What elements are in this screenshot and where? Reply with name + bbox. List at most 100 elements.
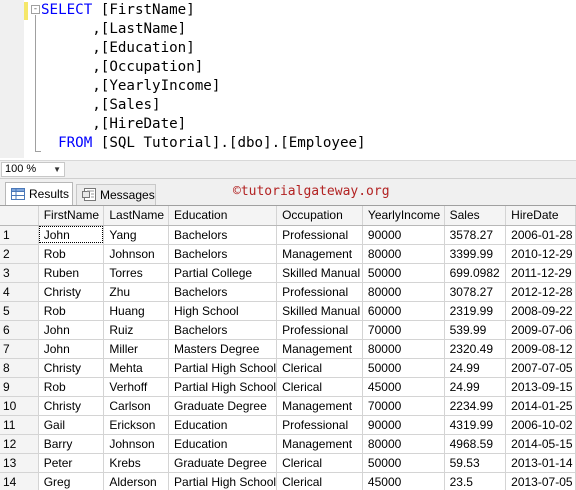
table-cell[interactable]: 3078.27 — [444, 282, 507, 302]
table-cell[interactable]: Zhu — [103, 282, 170, 302]
table-cell[interactable]: 70000 — [362, 396, 445, 416]
table-cell[interactable]: Johnson — [103, 434, 170, 454]
table-cell[interactable]: 60000 — [362, 301, 445, 321]
column-header[interactable]: FirstName — [38, 206, 105, 226]
table-cell[interactable]: 70000 — [362, 320, 445, 340]
table-cell[interactable]: Bachelors — [168, 244, 278, 264]
table-cell[interactable]: 699.0982 — [444, 263, 507, 283]
table-cell[interactable]: Rob — [38, 301, 105, 321]
table-cell[interactable]: Mehta — [103, 358, 170, 378]
chevron-down-icon[interactable]: ▼ — [53, 163, 61, 176]
table-row[interactable]: 10 Christy Carlson Graduate Degree Managemen… — [0, 396, 576, 416]
table-cell[interactable]: Masters Degree — [168, 339, 278, 359]
table-cell[interactable]: 2010-12-29 — [505, 244, 576, 264]
table-cell[interactable]: 80000 — [362, 282, 445, 302]
table-cell[interactable]: Barry — [38, 434, 105, 454]
collapse-icon[interactable]: - — [31, 5, 40, 14]
table-cell[interactable]: Krebs — [103, 453, 170, 473]
tab-results[interactable]: Results — [5, 182, 73, 206]
table-cell[interactable]: Erickson — [103, 415, 170, 435]
table-cell[interactable]: Peter — [38, 453, 105, 473]
table-cell[interactable]: Partial High School — [168, 358, 278, 378]
table-cell[interactable]: 4968.59 — [444, 434, 507, 454]
table-row[interactable]: 14 Greg Alderson Partial High School Clerica… — [0, 472, 576, 490]
table-row[interactable]: 7 John Miller Masters Degree Management 80000… — [0, 339, 576, 359]
table-cell[interactable]: 2319.99 — [444, 301, 507, 321]
row-number[interactable]: 10 — [0, 396, 39, 416]
table-row[interactable]: 5 Rob Huang High School Skilled Manual 60000 2… — [0, 301, 576, 321]
table-cell[interactable]: Professional — [276, 225, 363, 245]
table-cell[interactable]: 2011-12-29 — [505, 263, 576, 283]
table-cell[interactable]: 45000 — [362, 472, 445, 490]
table-cell[interactable]: Ruiz — [103, 320, 170, 340]
table-cell[interactable]: Clerical — [276, 358, 363, 378]
table-row[interactable]: 2 Rob Johnson Bachelors Management 80000 3399.… — [0, 244, 576, 264]
table-cell[interactable]: Management — [276, 244, 363, 264]
table-cell[interactable]: Education — [168, 415, 278, 435]
row-number[interactable]: 3 — [0, 263, 39, 283]
row-header-corner[interactable] — [0, 206, 39, 226]
table-cell[interactable]: 50000 — [362, 263, 445, 283]
column-header[interactable]: Sales — [444, 206, 507, 226]
table-cell[interactable]: Christy — [38, 358, 105, 378]
table-cell[interactable]: Clerical — [276, 377, 363, 397]
row-number[interactable]: 6 — [0, 320, 39, 340]
table-cell[interactable]: Gail — [38, 415, 105, 435]
table-cell[interactable]: Huang — [103, 301, 170, 321]
results-grid[interactable]: FirstName LastName Education Occupation Year… — [0, 205, 576, 490]
table-cell[interactable]: Bachelors — [168, 282, 278, 302]
table-cell[interactable]: 539.99 — [444, 320, 507, 340]
table-row[interactable]: 1 John Yang Bachelors Professional 90000 3578.… — [0, 225, 576, 245]
table-cell[interactable]: 24.99 — [444, 358, 507, 378]
table-row[interactable]: 12 Barry Johnson Education Management 80000 49… — [0, 434, 576, 454]
table-cell[interactable]: 80000 — [362, 434, 445, 454]
table-cell[interactable]: Bachelors — [168, 225, 278, 245]
table-cell[interactable]: Yang — [103, 225, 170, 245]
table-cell[interactable]: Skilled Manual — [276, 263, 363, 283]
table-cell[interactable]: 90000 — [362, 415, 445, 435]
table-cell[interactable]: 2009-08-12 — [505, 339, 576, 359]
tab-messages[interactable]: Messages — [76, 184, 156, 206]
table-row[interactable]: 8 Christy Mehta Partial High School Clerical… — [0, 358, 576, 378]
table-cell[interactable]: 2234.99 — [444, 396, 507, 416]
column-header[interactable]: LastName — [103, 206, 170, 226]
row-number[interactable]: 12 — [0, 434, 39, 454]
table-cell[interactable]: 2007-07-05 — [505, 358, 576, 378]
row-number[interactable]: 8 — [0, 358, 39, 378]
table-row[interactable]: 13 Peter Krebs Graduate Degree Clerical 50000… — [0, 453, 576, 473]
table-cell[interactable]: 2012-12-28 — [505, 282, 576, 302]
table-cell[interactable]: Alderson — [103, 472, 170, 490]
table-cell[interactable]: Rob — [38, 377, 105, 397]
column-header[interactable]: Occupation — [276, 206, 363, 226]
row-number[interactable]: 2 — [0, 244, 39, 264]
table-cell[interactable]: Torres — [103, 263, 170, 283]
table-cell[interactable]: 3399.99 — [444, 244, 507, 264]
table-cell[interactable]: Ruben — [38, 263, 105, 283]
table-row[interactable]: 9 Rob Verhoff Partial High School Clerical 45… — [0, 377, 576, 397]
table-cell[interactable]: Graduate Degree — [168, 453, 278, 473]
table-cell[interactable]: Verhoff — [103, 377, 170, 397]
table-cell[interactable]: 2006-01-28 — [505, 225, 576, 245]
table-cell[interactable]: Bachelors — [168, 320, 278, 340]
table-cell[interactable]: 24.99 — [444, 377, 507, 397]
table-cell[interactable]: 2006-10-02 — [505, 415, 576, 435]
table-cell[interactable]: Clerical — [276, 453, 363, 473]
table-cell[interactable]: 90000 — [362, 225, 445, 245]
table-cell[interactable]: John — [38, 320, 105, 340]
table-row[interactable]: 4 Christy Zhu Bachelors Professional 80000 307… — [0, 282, 576, 302]
row-number[interactable]: 7 — [0, 339, 39, 359]
sql-editor[interactable]: - SELECT [FirstName] ,[LastName] ,[Educa… — [0, 0, 576, 160]
zoom-select[interactable]: 100 % ▼ — [1, 162, 65, 177]
row-number[interactable]: 5 — [0, 301, 39, 321]
row-number[interactable]: 14 — [0, 472, 39, 490]
table-cell[interactable]: Johnson — [103, 244, 170, 264]
table-cell[interactable]: 4319.99 — [444, 415, 507, 435]
column-header[interactable]: Education — [168, 206, 278, 226]
table-cell[interactable]: High School — [168, 301, 278, 321]
table-cell[interactable]: Skilled Manual — [276, 301, 363, 321]
table-cell[interactable]: 2008-09-22 — [505, 301, 576, 321]
table-cell[interactable]: 23.5 — [444, 472, 507, 490]
table-cell[interactable]: Christy — [38, 396, 105, 416]
table-cell[interactable]: Partial High School — [168, 472, 278, 490]
table-cell[interactable]: Professional — [276, 320, 363, 340]
